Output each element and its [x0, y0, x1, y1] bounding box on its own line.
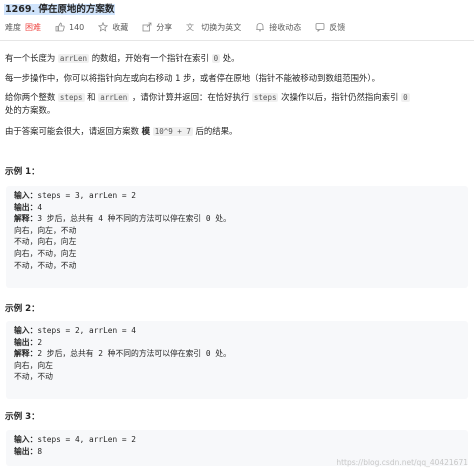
thumbs-up-icon — [55, 22, 65, 32]
description-paragraph-2: 每一步操作中，你可以将指针向左或向右移动 1 步，或者停在原地（指针不能被移动到… — [5, 73, 380, 83]
svg-text:文: 文 — [186, 22, 194, 32]
like-count: 140 — [69, 22, 85, 32]
header-divider — [0, 40, 474, 41]
example-line: 不动，向右，向左 — [14, 237, 77, 247]
example-input: 输入：steps = 4, arrLen = 2 — [14, 435, 136, 444]
example-input: 输入：steps = 3, arrLen = 2 — [14, 191, 136, 200]
notify-label: 接收动态 — [269, 22, 302, 32]
example-2-title: 示例 2： — [5, 304, 40, 314]
example-line: 向右，不动，向左 — [14, 248, 77, 258]
inline-code: arrLen — [98, 93, 130, 102]
example-line: 不动，不动 — [14, 372, 53, 382]
example-output: 输出：4 — [14, 202, 43, 212]
description-paragraph-4: 由于答案可能会很大，请返回方案数 模 10^9 + 7 后的结果。 — [5, 126, 238, 136]
switch-language-label: 切换为英文 — [201, 22, 242, 32]
example-output: 输出：2 — [14, 337, 43, 347]
example-explanation: 解释：3 步后，总共有 4 种不同的方法可以停在索引 0 处。 — [14, 214, 231, 224]
feedback-label: 反馈 — [329, 22, 346, 32]
difficulty: 难度 困难 — [5, 22, 41, 33]
inline-code: 0 — [211, 54, 221, 63]
notify-button[interactable]: 接收动态 — [255, 22, 301, 33]
example-line: 向右，向左，不动 — [14, 225, 77, 235]
inline-code: steps — [251, 93, 279, 102]
feedback-button[interactable]: 反馈 — [315, 22, 345, 33]
watermark: https://blog.csdn.net/qq_40421671 — [336, 458, 468, 467]
switch-language-button[interactable]: 文 切换为英文 — [186, 22, 241, 33]
inline-code: 0 — [401, 93, 410, 102]
example-3-title: 示例 3： — [5, 412, 40, 422]
difficulty-badge: 困难 — [25, 22, 41, 32]
inline-code: arrLen — [57, 54, 90, 63]
favorite-label: 收藏 — [112, 22, 129, 32]
example-input: 输入：steps = 2, arrLen = 4 — [14, 326, 136, 335]
problem-title-bar: 1269. 停在原地的方案数 — [4, 3, 116, 16]
example-line: 向右，向左 — [14, 360, 53, 370]
share-icon — [142, 22, 152, 32]
problem-title: 1269. 停在原地的方案数 — [4, 4, 116, 15]
favorite-button[interactable]: 收藏 — [98, 22, 128, 33]
difficulty-label: 难度 — [5, 22, 21, 32]
example-1-title: 示例 1： — [5, 167, 40, 177]
problem-meta-bar: 难度 困难 140 收藏 分享 文 切换为英文 接收动态 反馈 — [5, 21, 359, 33]
like-button[interactable]: 140 — [55, 22, 84, 32]
example-output: 输出：8 — [14, 446, 43, 456]
example-1-block: 输入：steps = 3, arrLen = 2 输出：4 解释：3 步后，总共… — [6, 186, 468, 288]
description-paragraph-3-cont: 处的方案数。 — [5, 105, 56, 115]
example-line: 不动，不动，不动 — [14, 260, 77, 270]
inline-code: steps — [57, 93, 85, 102]
example-2-block: 输入：steps = 2, arrLen = 4 输出：2 解释：2 步后，总共… — [6, 321, 468, 399]
description-paragraph-3: 给你两个整数 steps 和 arrLen ，请你计算并返回：在恰好执行 ste… — [5, 92, 410, 102]
feedback-icon — [315, 23, 325, 32]
star-icon — [98, 22, 109, 32]
description-paragraph-1: 有一个长度为 arrLen 的数组，开始有一个指针在索引 0 处。 — [5, 53, 240, 63]
inline-code: 10^9 + 7 — [152, 127, 193, 136]
translate-icon: 文 — [186, 22, 194, 32]
share-button[interactable]: 分享 — [142, 22, 172, 33]
example-explanation: 解释：2 步后，总共有 2 种不同的方法可以停在索引 0 处。 — [14, 349, 231, 359]
bell-icon — [256, 23, 265, 32]
share-label: 分享 — [156, 22, 173, 32]
